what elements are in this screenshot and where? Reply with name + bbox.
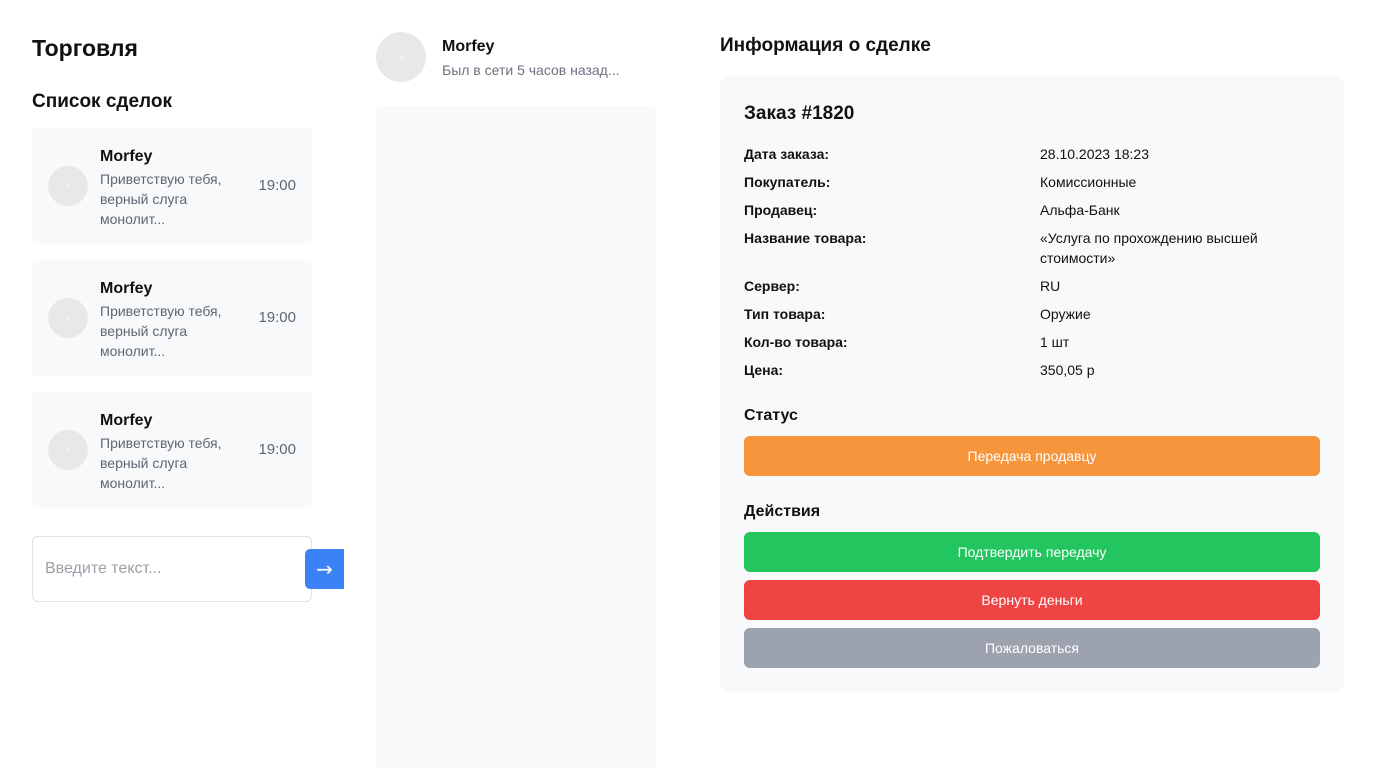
detail-value: 350,05 р bbox=[1040, 362, 1095, 378]
detail-row: Тип товара: Оружие bbox=[744, 304, 1320, 324]
refund-button[interactable]: Вернуть деньги bbox=[744, 580, 1320, 620]
left-panel: Торговля Список сделок Morfey Приветству… bbox=[32, 32, 344, 602]
detail-label: Цена: bbox=[744, 362, 784, 378]
deal-item[interactable]: Morfey Приветствую тебя, верный слуга мо… bbox=[32, 128, 312, 244]
deal-name: Morfey bbox=[100, 412, 153, 429]
detail-label: Продавец: bbox=[744, 202, 818, 218]
detail-row: Дата заказа: 28.10.2023 18:23 bbox=[744, 144, 1320, 164]
detail-value: «Услуга по прохождению высшей стоимости» bbox=[1040, 230, 1258, 266]
page-title: Торговля bbox=[32, 35, 138, 61]
chat-contact-name: Morfey bbox=[442, 38, 495, 55]
status-section-label: Статус bbox=[744, 407, 798, 424]
deal-info-title: Информация о сделке bbox=[720, 35, 931, 56]
deal-item[interactable]: Morfey Приветствую тебя, верный слуга мо… bbox=[32, 260, 312, 376]
status-badge: Передача продавцу bbox=[744, 436, 1320, 476]
report-button[interactable]: Пожаловаться bbox=[744, 628, 1320, 668]
detail-label: Дата заказа: bbox=[744, 146, 830, 162]
actions-section-label: Действия bbox=[744, 503, 821, 520]
detail-label: Кол-во товара: bbox=[744, 334, 848, 350]
chat-contact-status: Был в сети 5 часов назад... bbox=[442, 62, 620, 78]
deal-time: 19:00 bbox=[258, 309, 296, 326]
detail-label: Сервер: bbox=[744, 278, 800, 294]
detail-row: Цена: 350,05 р bbox=[744, 360, 1320, 380]
detail-value: 28.10.2023 18:23 bbox=[1040, 146, 1149, 162]
detail-label: Тип товара: bbox=[744, 306, 826, 322]
detail-label: Название товара: bbox=[744, 230, 867, 246]
deal-info-card: Заказ #1820 Дата заказа: 28.10.2023 18:2… bbox=[720, 76, 1344, 692]
avatar bbox=[48, 166, 88, 206]
avatar bbox=[48, 430, 88, 470]
deals-list: Morfey Приветствую тебя, верный слуга мо… bbox=[32, 128, 312, 508]
deal-name: Morfey bbox=[100, 148, 153, 165]
deal-message-preview: Приветствую тебя, верный слуга монолит..… bbox=[100, 171, 222, 227]
confirm-transfer-button[interactable]: Подтвердить передачу bbox=[744, 532, 1320, 572]
order-title: Заказ #1820 bbox=[744, 103, 855, 124]
order-details: Дата заказа: 28.10.2023 18:23 Покупатель… bbox=[744, 144, 1320, 388]
deal-message-preview: Приветствую тебя, верный слуга монолит..… bbox=[100, 435, 222, 491]
detail-value: Оружие bbox=[1040, 306, 1091, 322]
detail-value: Альфа-Банк bbox=[1040, 202, 1120, 218]
message-input[interactable] bbox=[32, 536, 312, 602]
deal-time: 19:00 bbox=[258, 177, 296, 194]
send-button[interactable]: → bbox=[305, 549, 344, 589]
detail-row: Покупатель: Комиссионные bbox=[744, 172, 1320, 192]
deal-item[interactable]: Morfey Приветствую тебя, верный слуга мо… bbox=[32, 392, 312, 508]
detail-value: Комиссионные bbox=[1040, 174, 1137, 190]
detail-row: Название товара: «Услуга по прохождению … bbox=[744, 228, 1320, 268]
detail-value: 1 шт bbox=[1040, 334, 1070, 350]
detail-row: Сервер: RU bbox=[744, 276, 1320, 296]
avatar bbox=[48, 298, 88, 338]
trading-page: Торговля Список сделок Morfey Приветству… bbox=[0, 0, 1376, 768]
deal-message-preview: Приветствую тебя, верный слуга монолит..… bbox=[100, 303, 222, 359]
deals-list-title: Список сделок bbox=[32, 91, 172, 112]
chat-header: Morfey Был в сети 5 часов назад... bbox=[376, 32, 656, 82]
deal-time: 19:00 bbox=[258, 441, 296, 458]
detail-row: Кол-во товара: 1 шт bbox=[744, 332, 1320, 352]
message-composer: → bbox=[32, 536, 344, 602]
deal-name: Morfey bbox=[100, 280, 153, 297]
detail-label: Покупатель: bbox=[744, 174, 831, 190]
chat-messages-area[interactable] bbox=[376, 106, 656, 768]
detail-row: Продавец: Альфа-Банк bbox=[744, 200, 1320, 220]
avatar bbox=[376, 32, 426, 82]
detail-value: RU bbox=[1040, 278, 1061, 294]
